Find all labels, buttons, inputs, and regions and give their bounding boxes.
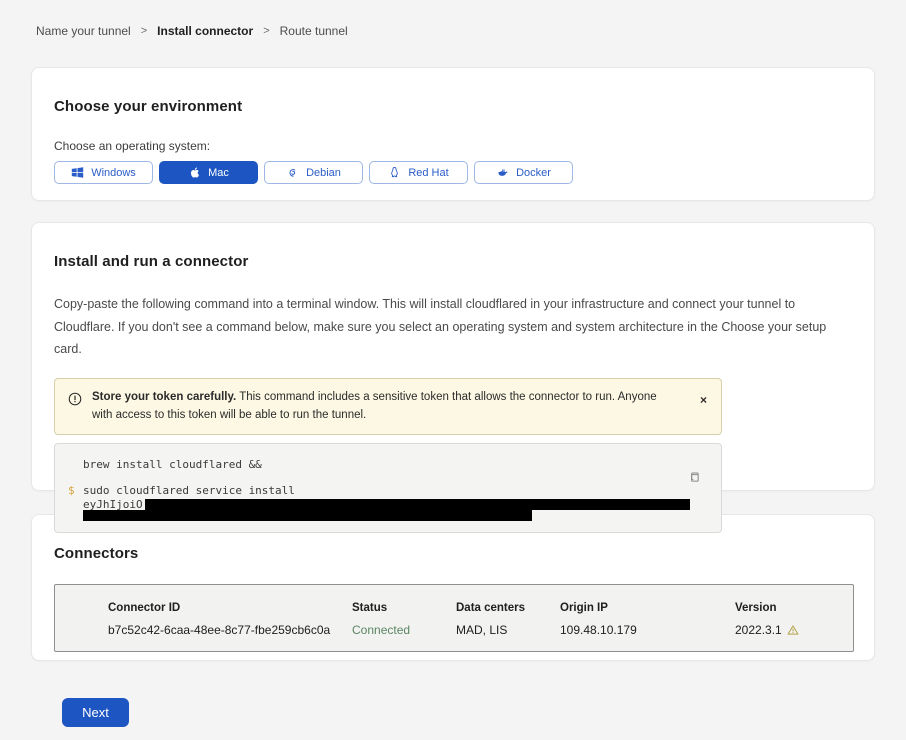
code-command-service-install: sudo cloudflared service install <box>83 483 295 498</box>
data-centers-value: MAD, LIS <box>456 623 560 637</box>
code-line-2: $ sudo cloudflared service install <box>68 483 707 498</box>
token-prefix: eyJhIjoiO <box>83 499 143 510</box>
breadcrumb-name-your-tunnel[interactable]: Name your tunnel <box>36 24 131 38</box>
os-button-label: Red Hat <box>408 167 448 179</box>
os-button-docker[interactable]: Docker <box>474 161 573 184</box>
connector-table-row: b7c52c42-6caa-48ee-8c77-fbe259cb6c0a Con… <box>108 623 853 637</box>
choose-environment-title: Choose your environment <box>54 98 852 115</box>
os-button-label: Mac <box>208 167 229 179</box>
column-header-version: Version <box>735 602 853 614</box>
warning-triangle-icon <box>787 624 799 636</box>
code-line-token: eyJhIjoiO <box>68 499 707 510</box>
column-header-connector-id: Connector ID <box>108 602 352 614</box>
connectors-card: Connectors Connector ID Status Data cent… <box>31 514 875 661</box>
status-badge: Connected <box>352 623 456 637</box>
connectors-table-header: Connector ID Status Data centers Origin … <box>108 602 853 614</box>
apple-icon <box>188 166 201 179</box>
connector-id-value: b7c52c42-6caa-48ee-8c77-fbe259cb6c0a <box>108 623 352 637</box>
connectors-table: Connector ID Status Data centers Origin … <box>54 584 854 652</box>
os-button-debian[interactable]: Debian <box>264 161 363 184</box>
install-connector-title: Install and run a connector <box>54 253 852 270</box>
next-button[interactable]: Next <box>62 698 129 727</box>
close-icon[interactable]: × <box>700 394 707 406</box>
breadcrumb-route-tunnel[interactable]: Route tunnel <box>280 24 348 38</box>
windows-icon <box>71 166 84 179</box>
os-button-label: Windows <box>91 167 136 179</box>
breadcrumb-install-connector[interactable]: Install connector <box>157 24 253 38</box>
os-button-mac[interactable]: Mac <box>159 161 258 184</box>
install-description: Copy-paste the following command into a … <box>54 293 852 361</box>
token-warning-banner: Store your token carefully. This command… <box>54 378 722 436</box>
redacted-token-bar <box>145 499 690 510</box>
code-gutter <box>68 499 83 510</box>
os-button-group: Windows Mac Debian Red Hat <box>54 161 852 184</box>
os-button-redhat[interactable]: Red Hat <box>369 161 468 184</box>
os-button-label: Docker <box>516 167 551 179</box>
code-command-brew: brew install cloudflared && <box>83 457 262 472</box>
debian-icon <box>286 166 299 179</box>
info-circle-icon <box>68 392 82 406</box>
code-line-1: brew install cloudflared && <box>68 457 707 472</box>
redacted-token-bar <box>83 510 532 521</box>
breadcrumb-separator: > <box>141 25 147 37</box>
code-gutter <box>68 457 83 472</box>
code-prompt: $ <box>68 483 83 498</box>
os-button-windows[interactable]: Windows <box>54 161 153 184</box>
redhat-icon <box>388 166 401 179</box>
breadcrumb: Name your tunnel > Install connector > R… <box>0 0 906 38</box>
install-command-code-block: brew install cloudflared && $ sudo cloud… <box>54 443 722 533</box>
connectors-title: Connectors <box>54 545 852 562</box>
version-value: 2022.3.1 <box>735 623 782 637</box>
token-warning-text: Store your token carefully. This command… <box>92 388 680 426</box>
docker-icon <box>496 166 509 179</box>
origin-ip-value: 109.48.10.179 <box>560 623 735 637</box>
breadcrumb-separator: > <box>263 25 269 37</box>
token-warning-title: Store your token carefully. <box>92 391 236 403</box>
os-button-label: Debian <box>306 167 341 179</box>
copy-icon[interactable] <box>688 471 701 484</box>
choose-environment-card: Choose your environment Choose an operat… <box>31 67 875 201</box>
os-select-label: Choose an operating system: <box>54 139 852 153</box>
column-header-status: Status <box>352 602 456 614</box>
column-header-origin-ip: Origin IP <box>560 602 735 614</box>
version-value-cell: 2022.3.1 <box>735 623 853 637</box>
install-connector-card: Install and run a connector Copy-paste t… <box>31 222 875 491</box>
column-header-data-centers: Data centers <box>456 602 560 614</box>
